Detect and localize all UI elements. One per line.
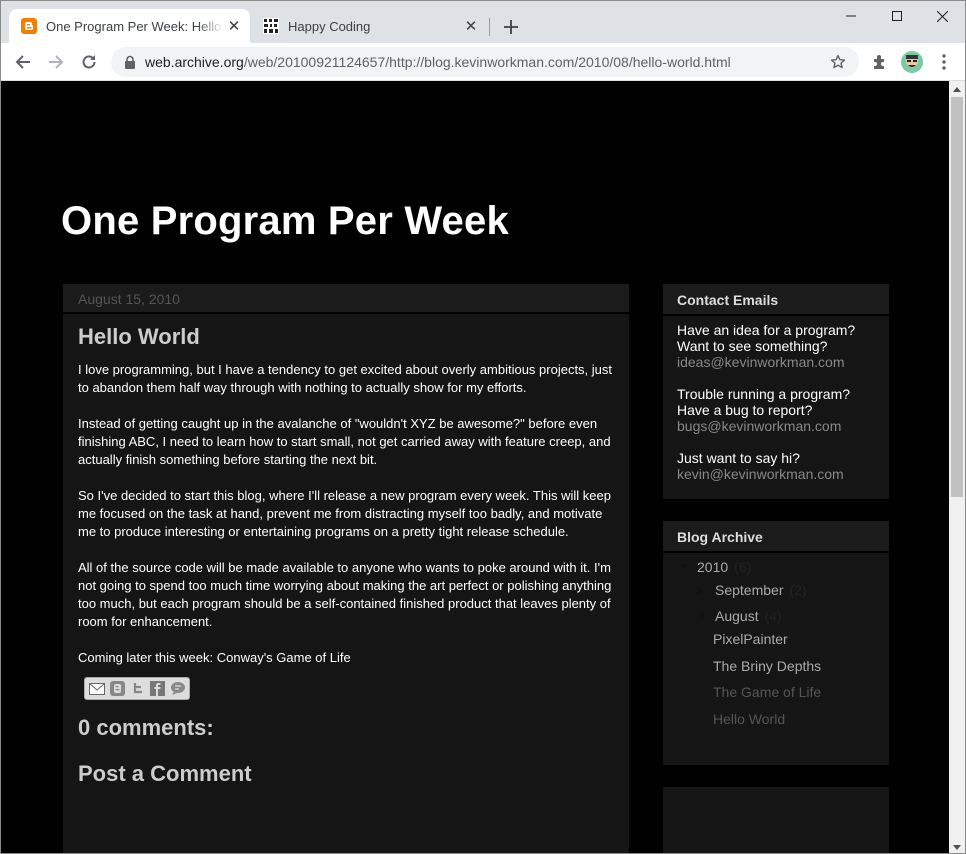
close-icon[interactable]: ✕ <box>224 16 244 36</box>
archive-post-link[interactable]: PixelPainter <box>713 631 788 647</box>
avatar-icon <box>901 51 923 73</box>
archive-post-link[interactable]: The Briny Depths <box>713 658 821 674</box>
share-buttons <box>84 677 190 700</box>
widget-heading: Contact Emails <box>663 284 889 316</box>
archive-count: (2) <box>789 582 807 598</box>
scroll-down-button[interactable] <box>949 839 965 853</box>
minimize-icon <box>846 15 856 17</box>
post-date: August 15, 2010 <box>63 284 629 314</box>
triangle-down-icon[interactable]: ▼ <box>697 611 715 622</box>
tab-one-program-per-week[interactable]: One Program Per Week: Hello World ✕ <box>9 9 250 43</box>
tab-happy-coding[interactable]: Happy Coding ✕ <box>251 9 487 43</box>
post-column: August 15, 2010 Hello World I love progr… <box>63 284 629 853</box>
archive-month-september[interactable]: ▶ September (2) <box>697 582 807 598</box>
contact-body: Have an idea for a program? Want to see … <box>663 316 889 492</box>
post-paragraph: Coming later this week: Conway's Game of… <box>78 650 351 665</box>
email-icon[interactable] <box>88 680 106 697</box>
star-icon <box>830 54 846 69</box>
url-host: web.archive.org <box>145 54 244 70</box>
archive-month-label[interactable]: September <box>715 582 783 598</box>
contact-text: Want to see something? <box>677 338 828 354</box>
forward-button[interactable] <box>42 48 70 76</box>
contact-email[interactable]: bugs@kevinworkman.com <box>677 418 875 434</box>
blogger-icon[interactable] <box>108 680 126 697</box>
arrow-right-icon <box>49 55 64 69</box>
facebook-icon[interactable] <box>149 680 167 697</box>
triangle-down-icon[interactable]: ▼ <box>679 562 697 573</box>
close-window-button[interactable] <box>919 1 965 31</box>
contact-text: Trouble running a program? <box>677 386 851 402</box>
url-text: web.archive.org/web/20100921124657/http:… <box>145 54 823 70</box>
archive-count: (4) <box>764 608 782 624</box>
twitter-icon[interactable] <box>128 680 146 697</box>
scrollbar-thumb[interactable] <box>951 97 963 497</box>
contact-email[interactable]: kevin@kevinworkman.com <box>677 466 875 482</box>
tab-separator <box>489 18 490 36</box>
arrow-left-icon <box>15 55 30 69</box>
url-path: /web/20100921124657/http://blog.kevinwor… <box>243 54 731 70</box>
widget-heading: Blog Archive <box>663 521 889 553</box>
bookmark-star-button[interactable] <box>823 54 853 70</box>
page-viewport: One Program Per Week August 15, 2010 Hel… <box>1 81 949 853</box>
close-icon[interactable]: ✕ <box>461 16 481 36</box>
archive-month-august[interactable]: ▼ August (4) <box>697 608 782 624</box>
tab-strip: One Program Per Week: Hello World ✕ Happ… <box>1 1 965 43</box>
browser-toolbar: web.archive.org/web/20100921124657/http:… <box>1 43 965 81</box>
extensions-button[interactable] <box>866 48 894 76</box>
new-tab-button[interactable] <box>499 15 523 39</box>
archive-widget: Blog Archive ▼ 2010 (6) ▶ September (2) … <box>663 521 889 765</box>
lock-icon <box>125 55 135 69</box>
blog-title[interactable]: One Program Per Week <box>61 199 509 244</box>
back-button[interactable] <box>9 48 37 76</box>
post-paragraph: All of the source code will be made avai… <box>78 560 612 629</box>
post-paragraph: I love programming, but I have a tendenc… <box>78 362 613 395</box>
post-paragraph: Instead of getting caught up in the aval… <box>78 416 611 467</box>
archive-post-link-current[interactable]: Hello World <box>713 711 785 727</box>
scroll-up-button[interactable] <box>949 81 965 97</box>
archive-month-label[interactable]: August <box>715 608 759 624</box>
tab-title: Happy Coding <box>288 18 371 34</box>
archive-year-label[interactable]: 2010 <box>697 559 728 575</box>
contact-email[interactable]: ideas@kevinworkman.com <box>677 354 875 370</box>
triangle-right-icon[interactable]: ▶ <box>697 585 715 596</box>
archive-post-link[interactable]: The Game of Life <box>713 684 821 700</box>
contact-text: Just want to say hi? <box>677 450 800 466</box>
post-title[interactable]: Hello World <box>78 324 614 350</box>
buzz-icon[interactable] <box>169 680 187 697</box>
post-comment-heading: Post a Comment <box>78 761 252 786</box>
profile-avatar[interactable] <box>898 48 926 76</box>
archive-year-2010[interactable]: ▼ 2010 (6) <box>679 559 751 575</box>
blogger-icon <box>21 18 37 34</box>
kebab-menu-icon <box>942 54 946 70</box>
plus-icon <box>504 20 518 34</box>
comments-heading: 0 comments: <box>78 715 214 740</box>
contact-block: Just want to say hi? kevin@kevinworkman.… <box>677 450 875 482</box>
contact-text: Have a bug to report? <box>677 402 813 418</box>
caret-up-icon <box>953 86 961 92</box>
contact-block: Trouble running a program? Have a bug to… <box>677 386 875 434</box>
contact-widget: Contact Emails Have an idea for a progra… <box>663 284 889 499</box>
minimize-button[interactable] <box>828 1 874 31</box>
contact-block: Have an idea for a program? Want to see … <box>677 322 875 370</box>
archive-count: (6) <box>734 559 752 575</box>
browser-window: One Program Per Week: Hello World ✕ Happ… <box>0 0 966 854</box>
happy-coding-icon <box>263 18 279 34</box>
contact-text: Have an idea for a program? <box>677 322 856 338</box>
reload-icon <box>82 55 96 69</box>
maximize-button[interactable] <box>874 1 920 31</box>
post-body: I love programming, but I have a tendenc… <box>78 361 614 667</box>
menu-button[interactable] <box>930 48 958 76</box>
sidebar-widget <box>663 787 889 853</box>
maximize-icon <box>892 11 902 21</box>
page-scrollbar[interactable] <box>949 81 965 853</box>
close-icon <box>936 10 948 22</box>
archive-list: ▼ 2010 (6) ▶ September (2) ▼ August (4) … <box>663 553 889 761</box>
address-bar[interactable]: web.archive.org/web/20100921124657/http:… <box>111 47 859 77</box>
puzzle-icon <box>874 55 884 69</box>
caret-down-icon <box>953 844 961 850</box>
post-paragraph: So I've decided to start this blog, wher… <box>78 488 611 539</box>
reload-button[interactable] <box>75 48 103 76</box>
tab-title: One Program Per Week: Hello World <box>46 18 224 34</box>
